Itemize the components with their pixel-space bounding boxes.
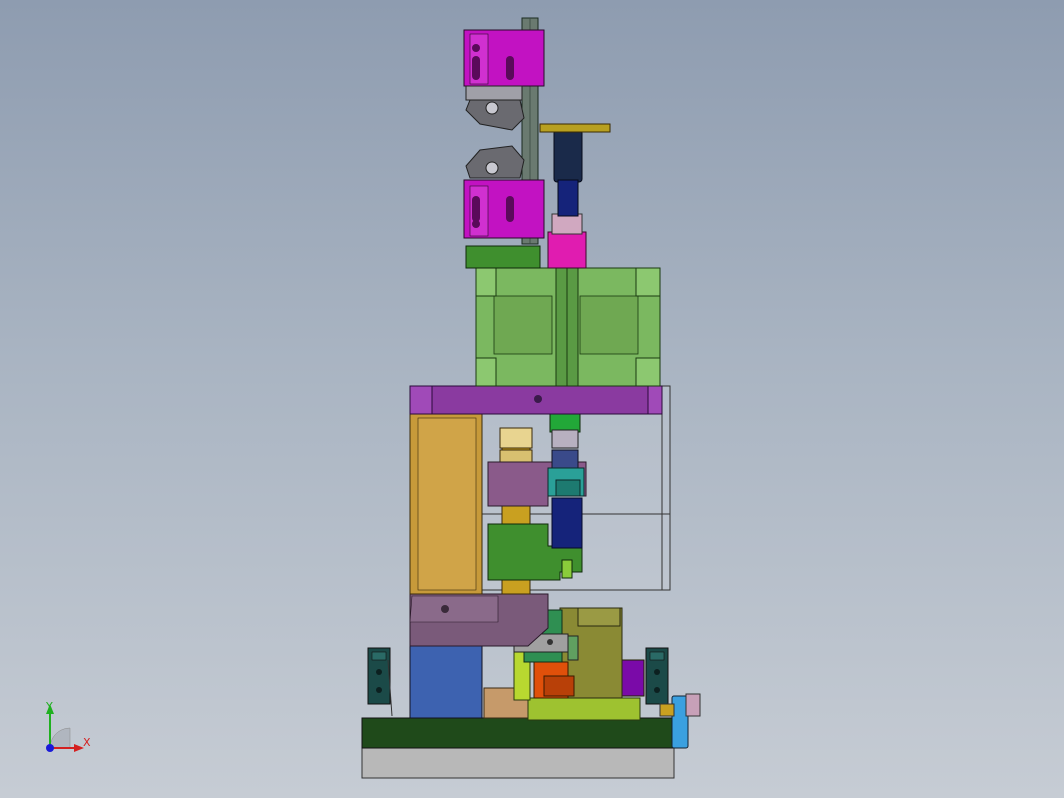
servo-motor[interactable] xyxy=(475,267,661,387)
punch-stack[interactable] xyxy=(547,411,585,549)
x-axis-label: X xyxy=(83,736,91,749)
mount-block[interactable] xyxy=(465,245,541,269)
coordinate-triad: Y X xyxy=(45,700,91,752)
right-clamp[interactable] xyxy=(645,647,669,705)
z-axis-dot-icon xyxy=(46,744,54,752)
coupler[interactable] xyxy=(547,213,587,269)
left-clamp[interactable] xyxy=(367,647,393,717)
assembly-drawing: Y X xyxy=(45,17,701,779)
blue-support-block[interactable] xyxy=(409,645,483,719)
cad-viewport[interactable]: Y X xyxy=(0,0,1064,798)
y-axis-label: Y xyxy=(45,700,53,713)
top-plate[interactable] xyxy=(409,385,663,415)
air-cylinder[interactable] xyxy=(539,123,611,217)
base-plate[interactable] xyxy=(361,717,675,779)
gold-column[interactable] xyxy=(409,413,483,595)
lower-guide-plate[interactable] xyxy=(409,593,549,647)
